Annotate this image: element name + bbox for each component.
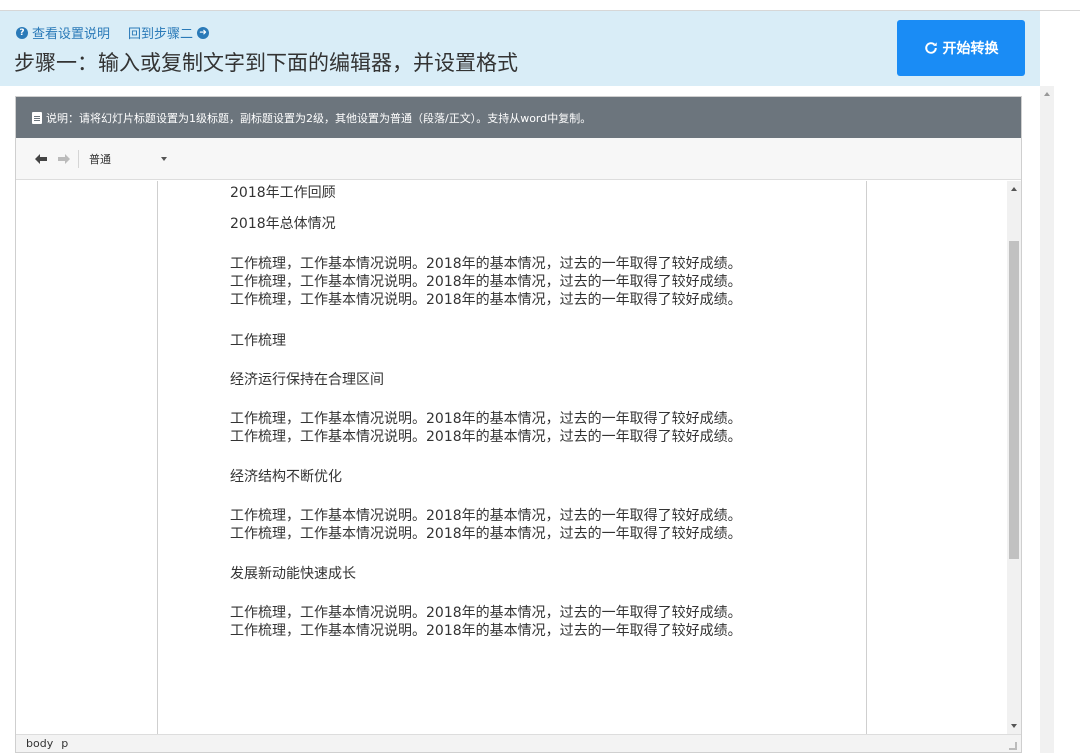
editor-content[interactable]: 2018年工作回顾 2018年总体情况 工作梳理，工作基本情况说明。2018年的…: [230, 181, 850, 640]
help-link-label: 查看设置说明: [32, 27, 111, 42]
header-links: ? 查看设置说明 回到步骤二 ➜: [16, 23, 210, 42]
block-format-value: 普通: [89, 152, 111, 166]
scroll-down-icon[interactable]: [1011, 724, 1017, 728]
content-line: 工作梳理，工作基本情况说明。2018年的基本情况，过去的一年取得了较好成绩。: [230, 508, 742, 524]
editor-canvas: 2018年工作回顾 2018年总体情况 工作梳理，工作基本情况说明。2018年的…: [16, 181, 1021, 734]
content-line: 工作梳理，工作基本情况说明。2018年的基本情况，过去的一年取得了较好成绩。: [230, 274, 742, 290]
content-line: 经济运行保持在合理区间: [230, 372, 384, 388]
content-line: 工作梳理，工作基本情况说明。2018年的基本情况，过去的一年取得了较好成绩。: [230, 526, 742, 542]
page-title: 步骤一：输入或复制文字到下面的编辑器，并设置格式: [14, 51, 518, 75]
content-line: 发展新动能快速成长: [230, 566, 356, 582]
content-line: 工作梳理: [230, 333, 286, 349]
back-link-label: 回到步骤二: [128, 27, 194, 42]
question-circle-icon: ?: [16, 26, 28, 39]
content-line: 工作梳理，工作基本情况说明。2018年的基本情况，过去的一年取得了较好成绩。: [230, 429, 742, 445]
editor-scrollbar[interactable]: [1007, 181, 1021, 734]
path-p[interactable]: p: [61, 735, 68, 752]
page-scroll-up-icon[interactable]: [1044, 92, 1050, 96]
help-link[interactable]: ? 查看设置说明: [16, 23, 110, 42]
scrollbar-thumb[interactable]: [1009, 241, 1019, 559]
step-header: ? 查看设置说明 回到步骤二 ➜ 步骤一：输入或复制文字到下面的编辑器，并设置格…: [0, 11, 1040, 86]
document-icon: [32, 111, 42, 124]
block-format-select[interactable]: 普通: [89, 151, 167, 167]
content-line: 工作梳理，工作基本情况说明。2018年的基本情况，过去的一年取得了较好成绩。: [230, 411, 742, 427]
content-line: 2018年总体情况: [230, 216, 336, 232]
content-line: 2018年工作回顾: [230, 185, 336, 201]
redo-button[interactable]: [55, 150, 72, 167]
content-line: 工作梳理，工作基本情况说明。2018年的基本情况，过去的一年取得了较好成绩。: [230, 605, 742, 621]
start-convert-button[interactable]: 开始转换: [897, 20, 1025, 76]
editor-toolbar: 普通: [16, 138, 1021, 180]
path-body[interactable]: body: [26, 735, 53, 752]
content-line: 经济结构不断优化: [230, 469, 342, 485]
rich-text-editor: 说明：请将幻灯片标题设置为1级标题，副标题设置为2级，其他设置为普通（段落/正文…: [15, 96, 1022, 753]
start-convert-label: 开始转换: [942, 41, 999, 57]
editor-notice: 说明：请将幻灯片标题设置为1级标题，副标题设置为2级，其他设置为普通（段落/正文…: [16, 97, 1021, 138]
undo-icon: [34, 153, 47, 164]
chevron-down-icon: [161, 156, 167, 161]
toolbar-divider: [78, 149, 79, 168]
page-scrollbar[interactable]: [1040, 86, 1054, 753]
element-path-bar: body p: [16, 734, 1021, 752]
content-line: 工作梳理，工作基本情况说明。2018年的基本情况，过去的一年取得了较好成绩。: [230, 256, 742, 272]
scroll-up-icon[interactable]: [1011, 187, 1017, 191]
notice-text: 说明：请将幻灯片标题设置为1级标题，副标题设置为2级，其他设置为普通（段落/正文…: [46, 111, 592, 125]
undo-button[interactable]: [32, 150, 49, 167]
arrow-right-circle-icon: ➜: [197, 26, 210, 39]
resize-grip-icon[interactable]: [1009, 742, 1017, 750]
refresh-icon: [924, 42, 937, 54]
back-to-step-two-link[interactable]: 回到步骤二 ➜: [128, 23, 210, 42]
editor-page[interactable]: 2018年工作回顾 2018年总体情况 工作梳理，工作基本情况说明。2018年的…: [157, 181, 867, 734]
top-rule: [0, 0, 1080, 11]
content-line: 工作梳理，工作基本情况说明。2018年的基本情况，过去的一年取得了较好成绩。: [230, 623, 742, 639]
redo-icon: [57, 153, 70, 164]
content-line: 工作梳理，工作基本情况说明。2018年的基本情况，过去的一年取得了较好成绩。: [230, 292, 742, 308]
